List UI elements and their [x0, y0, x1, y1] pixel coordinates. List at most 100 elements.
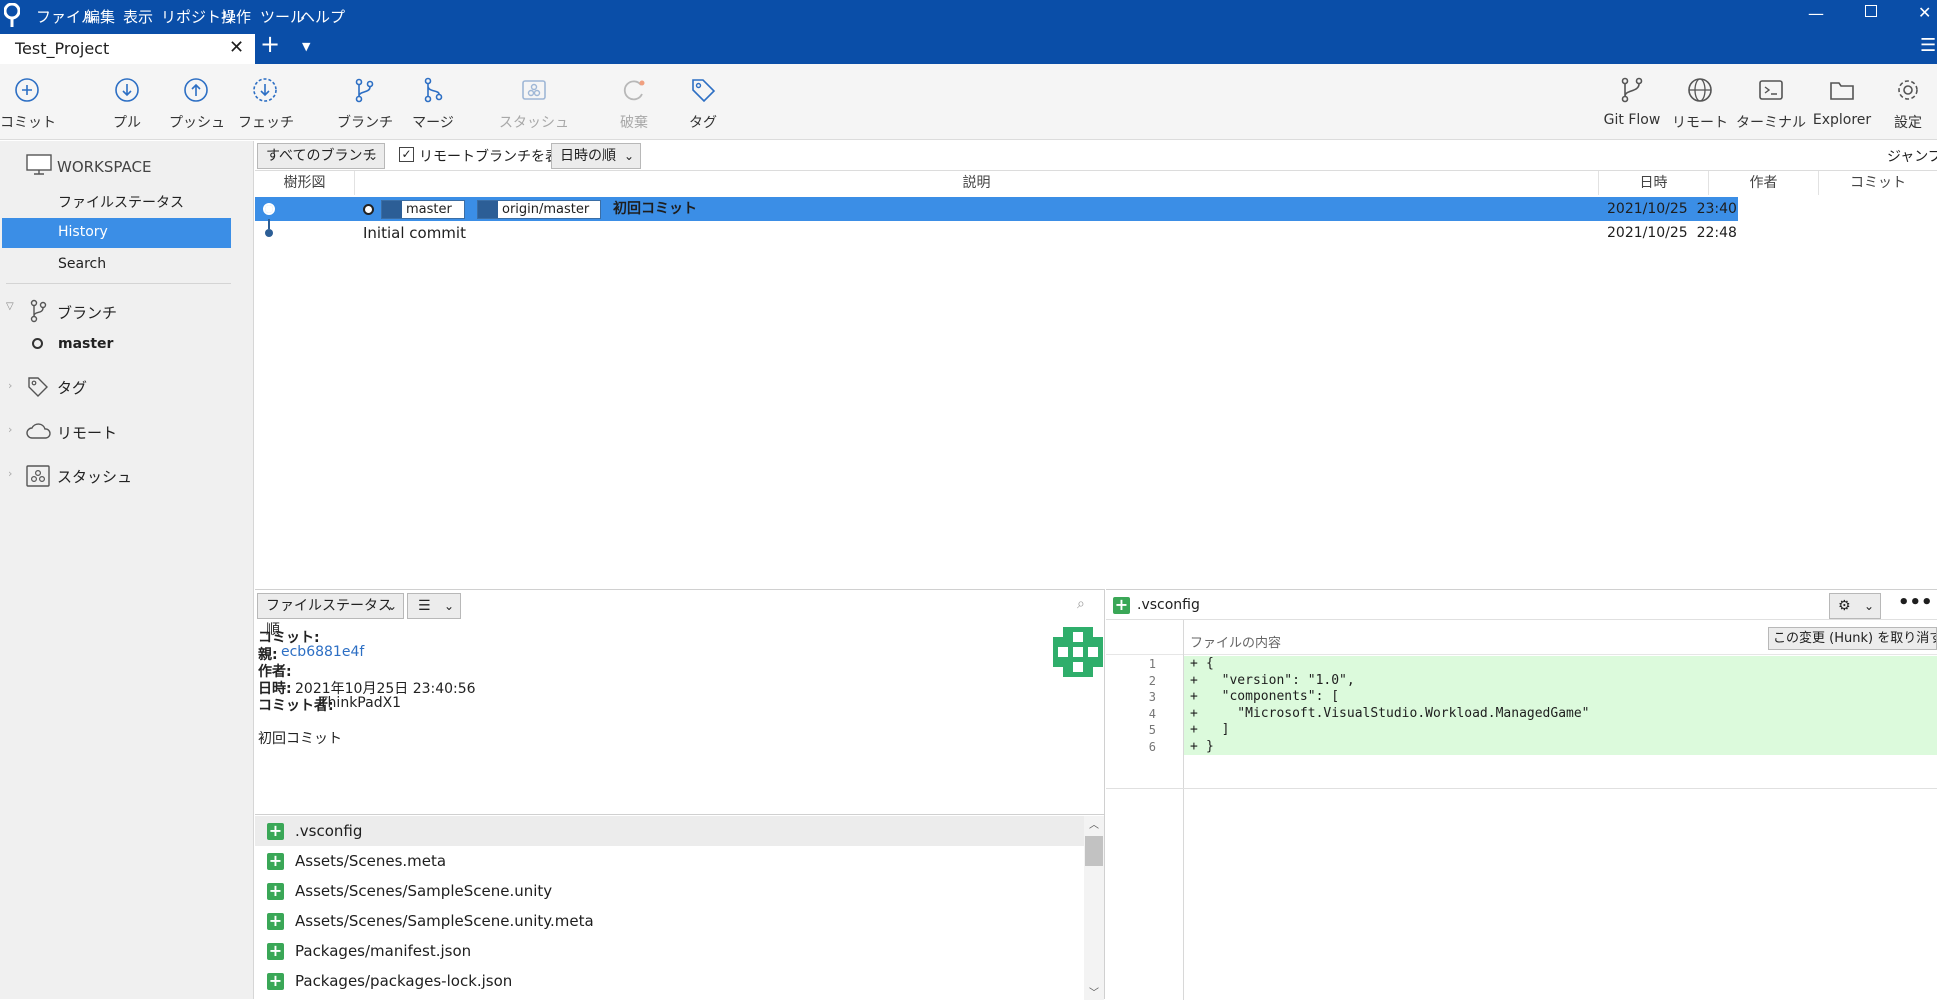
tab-dropdown-icon[interactable]: ▼	[302, 40, 310, 53]
fetch-button[interactable]: フェッチ	[238, 64, 294, 140]
diff-panel: + .vsconfig ⚙ ⌄ ••• ファイルの内容 この変更 (Hunk) …	[1106, 589, 1937, 1000]
sidebar-group-remotes[interactable]: リモート	[57, 422, 117, 443]
new-tab-button[interactable]: +	[260, 30, 280, 58]
file-path: .vsconfig	[295, 822, 363, 840]
menu-help[interactable]: ヘルプ	[300, 6, 345, 27]
git-flow-label: Git Flow	[1603, 112, 1661, 128]
diff-line-text: "version": "1.0",	[1206, 672, 1355, 688]
branch-badge-master[interactable]: master	[381, 200, 465, 219]
commit-row-selected[interactable]: master origin/master 初回コミット 2021/10/25 2…	[255, 197, 1738, 221]
merge-button[interactable]: マージ	[406, 64, 460, 140]
author-avatar	[1053, 627, 1103, 677]
workspace-heading: WORKSPACE	[57, 158, 152, 176]
tags-expand-chevron-icon[interactable]: ›	[8, 379, 12, 392]
view-mode-dropdown[interactable]: ☰ ⌄	[407, 593, 461, 619]
discard-hunk-button[interactable]: この変更 (Hunk) を取り消す	[1768, 627, 1937, 650]
column-commit[interactable]: コミット	[1819, 171, 1937, 195]
sidebar-group-tags[interactable]: タグ	[57, 377, 87, 398]
stash-button[interactable]: スタッシュ	[496, 64, 572, 140]
minimize-button[interactable]: —	[1808, 4, 1824, 23]
hamburger-menu-icon[interactable]: ☰	[1920, 35, 1936, 56]
sourcetree-logo-icon	[4, 3, 20, 27]
file-list-item[interactable]: + Assets/Scenes.meta	[255, 846, 1085, 876]
maximize-button[interactable]	[1865, 5, 1877, 17]
menu-actions[interactable]: 操作	[221, 6, 251, 27]
file-sort-dropdown[interactable]: ファイルステータス順 ⌄	[257, 593, 404, 638]
diff-options-dropdown[interactable]: ⚙ ⌄	[1829, 593, 1881, 619]
remotes-expand-chevron-icon[interactable]: ›	[8, 423, 12, 436]
file-list-item[interactable]: + Assets/Scenes/SampleScene.unity.meta	[255, 906, 1085, 936]
sidebar-item-search[interactable]: Search	[58, 256, 106, 272]
file-list-item[interactable]: + Packages/manifest.json	[255, 936, 1085, 966]
branch-badge-origin-master[interactable]: origin/master	[477, 200, 601, 219]
sidebar-branch-master[interactable]: master	[58, 336, 113, 352]
sidebar-divider	[6, 283, 231, 284]
folder-icon	[1830, 82, 1854, 100]
explorer-button[interactable]: Explorer	[1809, 64, 1875, 140]
repo-tab[interactable]: Test_Project ✕	[0, 34, 255, 64]
sort-order-dropdown[interactable]: 日時の順 ⌄	[551, 143, 641, 169]
hunk-header: ファイルの内容	[1190, 636, 1282, 651]
settings-button[interactable]: 設定	[1881, 64, 1935, 140]
tag-button[interactable]: タグ	[676, 64, 730, 140]
sidebar-item-file-status[interactable]: ファイルステータス	[58, 192, 184, 212]
terminal-icon	[1759, 80, 1783, 100]
git-flow-button[interactable]: Git Flow	[1599, 64, 1665, 140]
branch-filter-value: すべてのブランチ	[266, 148, 377, 164]
sidebar-group-stashes[interactable]: スタッシュ	[57, 466, 132, 487]
diff-line-text: "components": [	[1206, 689, 1340, 704]
workspace-monitor-icon	[26, 154, 52, 175]
column-description[interactable]: 説明	[355, 171, 1599, 195]
push-button[interactable]: プッシュ	[169, 64, 225, 140]
pull-icon	[115, 78, 139, 102]
jump-to-label[interactable]: ジャンプ先	[1887, 146, 1937, 166]
file-list-item-selected[interactable]: + .vsconfig	[255, 816, 1085, 846]
menu-tools[interactable]: ツール	[260, 6, 305, 27]
line-number: 3	[1148, 690, 1156, 704]
parent-hash-link[interactable]: ecb6881e4f	[281, 644, 364, 660]
diff-line-marker: +	[1190, 689, 1206, 704]
commit-button[interactable]: コミット	[0, 64, 56, 140]
branch-badge-icon	[382, 201, 402, 218]
merge-icon	[424, 77, 443, 103]
scrollbar-thumb[interactable]	[1085, 836, 1103, 866]
search-icon[interactable]: ⌕	[1077, 596, 1085, 612]
branch-filter-dropdown[interactable]: すべてのブランチ ⌄	[257, 143, 385, 169]
push-icon	[184, 78, 208, 102]
file-list-scrollbar[interactable]: ︿ ﹀	[1084, 816, 1104, 1000]
column-author[interactable]: 作者	[1709, 171, 1819, 195]
branch-badge-icon	[478, 201, 498, 218]
branch-button[interactable]: ブランチ	[337, 64, 393, 140]
remote-label: リモート	[1672, 115, 1728, 131]
stashes-expand-chevron-icon[interactable]: ›	[8, 467, 12, 480]
more-options-icon[interactable]: •••	[1898, 592, 1933, 613]
chevron-down-icon: ⌄	[367, 149, 378, 163]
branch-badge-label: master	[406, 202, 452, 217]
pull-button[interactable]: プル	[100, 64, 154, 140]
graph-line	[268, 219, 270, 229]
close-tab-icon[interactable]: ✕	[229, 37, 244, 58]
scroll-down-icon[interactable]: ﹀	[1089, 984, 1099, 999]
sidebar-group-branches[interactable]: ブランチ	[57, 302, 117, 323]
close-window-button[interactable]: ✕	[1918, 3, 1931, 22]
show-remote-checkbox[interactable]: ✓	[399, 147, 414, 162]
remote-button[interactable]: リモート	[1670, 64, 1730, 140]
sidebar-item-history-label: History	[58, 224, 108, 240]
sort-order-value: 日時の順	[560, 148, 616, 164]
terminal-button[interactable]: ターミナル	[1735, 64, 1807, 140]
sidebar-item-history[interactable]: History	[2, 218, 231, 248]
commit-row[interactable]: Initial commit 2021/10/25 22:48	[255, 219, 1937, 245]
column-graph[interactable]: 樹形図	[255, 171, 355, 195]
menu-edit[interactable]: 編集	[85, 6, 115, 27]
file-list-item[interactable]: + Assets/Scenes/SampleScene.unity	[255, 876, 1085, 906]
file-list-item[interactable]: + Packages/packages-lock.json	[255, 966, 1085, 996]
added-file-icon: +	[267, 971, 284, 990]
list-view-icon: ☰	[418, 598, 431, 614]
discard-button[interactable]: 破棄	[607, 64, 661, 140]
scroll-up-icon[interactable]: ︿	[1089, 816, 1099, 831]
line-number: 5	[1148, 723, 1156, 737]
menu-view[interactable]: 表示	[123, 6, 153, 27]
branches-expand-chevron-icon[interactable]: ▽	[6, 301, 14, 312]
column-date[interactable]: 日時	[1599, 171, 1709, 195]
chevron-down-icon: ⌄	[623, 149, 634, 163]
